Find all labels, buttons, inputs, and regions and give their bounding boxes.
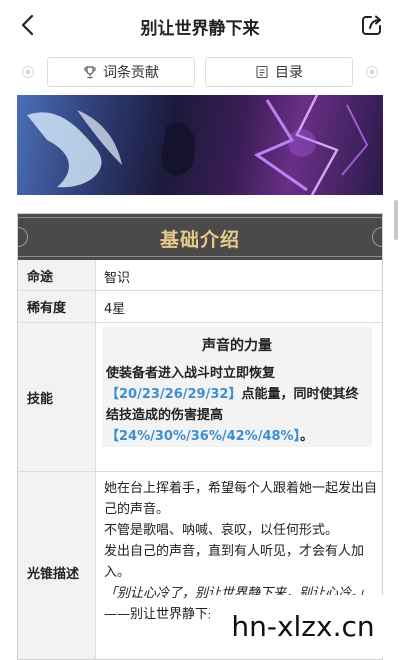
toc-button[interactable]: 目录 (205, 57, 353, 87)
skill-name: 声音的力量 (202, 338, 272, 354)
skill-row: 技能 声音的力量 使装备者进入战斗时立即恢复【20/23/26/29/32】点能… (18, 323, 382, 472)
path-row: 命途 智识 (18, 260, 382, 291)
path-value: 智识 (104, 271, 131, 286)
toc-button-label: 目录 (275, 65, 303, 81)
description-line: 发出自己的声音，直到有人听见，才会有人加入。 (104, 544, 365, 580)
left-dot-icon (22, 66, 34, 78)
description-line: 不管是歌唱、呐喊、哀叹，以任何形式。 (104, 523, 339, 538)
rarity-label: 稀有度 (18, 291, 96, 322)
path-label: 命途 (18, 260, 96, 290)
description-line: 她在台上挥着手，希望每个人跟着她一起发出自己的声音。 (104, 481, 378, 517)
skill-damage-values: 【24%/30%/36%/42%/48%】 (106, 429, 301, 444)
contribute-button[interactable]: 词条贡献 (47, 57, 195, 87)
contribute-button-label: 词条贡献 (103, 65, 159, 81)
list-icon (256, 65, 268, 79)
skill-box: 声音的力量 使装备者进入战斗时立即恢复【20/23/26/29/32】点能量，同… (102, 327, 372, 447)
basic-info-title: 基础介绍 (159, 229, 240, 251)
top-nav-bar: 别让世界静下来 (0, 0, 400, 50)
skill-desc-part: 。 (300, 429, 314, 444)
right-dot-icon (366, 66, 378, 78)
skill-label: 技能 (18, 323, 96, 471)
basic-info-card: 基础介绍 命途 智识 稀有度 4星 技能 声音的力量 使装备者进入战斗时立即恢复… (17, 213, 383, 660)
description-label: 光锥描述 (18, 472, 96, 659)
skill-description: 使装备者进入战斗时立即恢复【20/23/26/29/32】点能量，同时使其终结技… (106, 363, 368, 447)
page-title: 别让世界静下来 (140, 19, 260, 39)
share-icon[interactable] (360, 13, 384, 37)
watermark-text: hn-xlzx.cn (210, 595, 396, 657)
back-arrow-icon[interactable] (16, 12, 42, 38)
rarity-row: 稀有度 4星 (18, 291, 382, 323)
light-cone-banner-image (17, 95, 383, 195)
skill-energy-values: 【20/23/26/29/32】 (106, 387, 242, 402)
basic-info-header: 基础介绍 (18, 214, 382, 260)
skill-desc-part: 使装备者进入战斗时立即恢复 (106, 366, 276, 381)
rarity-value: 4星 (104, 302, 126, 317)
entry-action-bar: 词条贡献 目录 (0, 56, 400, 88)
trophy-icon (84, 66, 96, 79)
scrollbar-thumb[interactable] (394, 200, 398, 240)
